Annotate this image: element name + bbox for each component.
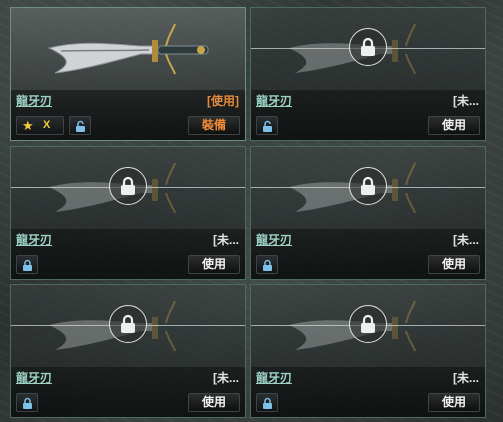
weapon-image-area[interactable]	[251, 285, 485, 367]
status-label: [未...	[213, 371, 239, 385]
weapon-image-area[interactable]	[251, 8, 485, 90]
use-button[interactable]: 使用	[428, 255, 480, 274]
lock-toggle-button[interactable]	[256, 393, 278, 412]
padlock-icon	[361, 176, 375, 195]
lock-toggle-button[interactable]	[256, 116, 278, 135]
weapon-name[interactable]: 龍牙刃	[16, 92, 52, 109]
lock-toggle-button[interactable]	[16, 393, 38, 412]
unlocked-padlock-icon	[76, 120, 85, 132]
padlock-icon	[121, 176, 135, 195]
padlock-icon	[263, 259, 272, 271]
grade-label: X	[43, 119, 51, 131]
dragon-fang-blade-icon	[47, 23, 209, 75]
locked-overlay	[349, 28, 387, 66]
grade-badge: ★ X	[16, 116, 64, 135]
lock-toggle-button[interactable]	[256, 255, 278, 274]
lock-toggle-button[interactable]	[69, 116, 91, 135]
padlock-icon	[23, 397, 32, 409]
status-label: [未...	[453, 94, 479, 108]
weapon-image-area[interactable]	[251, 147, 485, 229]
weapon-card[interactable]: 龍牙刃 [使用] ★ X 裝備	[10, 7, 246, 141]
status-label: [未...	[213, 233, 239, 247]
unlocked-padlock-icon	[263, 120, 272, 132]
use-button[interactable]: 使用	[428, 393, 480, 412]
padlock-icon	[121, 314, 135, 333]
weapon-name[interactable]: 龍牙刃	[16, 369, 52, 386]
weapon-card[interactable]: 龍牙刃 [未... 使用	[10, 146, 246, 280]
use-button[interactable]: 使用	[428, 116, 480, 135]
locked-overlay	[109, 167, 147, 205]
weapon-name[interactable]: 龍牙刃	[16, 231, 52, 248]
equip-button[interactable]: 裝備	[188, 116, 240, 135]
weapon-image-area[interactable]	[11, 8, 245, 90]
status-label: [未...	[453, 371, 479, 385]
weapon-image-area[interactable]	[11, 147, 245, 229]
padlock-icon	[23, 259, 32, 271]
star-icon: ★	[22, 118, 34, 133]
padlock-icon	[361, 314, 375, 333]
weapon-name[interactable]: 龍牙刃	[256, 369, 292, 386]
use-button[interactable]: 使用	[188, 255, 240, 274]
locked-overlay	[109, 305, 147, 343]
weapon-card[interactable]: 龍牙刃 [未... 使用	[250, 146, 486, 280]
locked-overlay	[349, 305, 387, 343]
weapon-card[interactable]: 龍牙刃 [未... 使用	[250, 284, 486, 418]
weapon-image-area[interactable]	[11, 285, 245, 367]
weapon-name[interactable]: 龍牙刃	[256, 92, 292, 109]
padlock-icon	[361, 37, 375, 56]
locked-overlay	[349, 167, 387, 205]
use-button[interactable]: 使用	[188, 393, 240, 412]
lock-toggle-button[interactable]	[16, 255, 38, 274]
weapon-card[interactable]: 龍牙刃 [未... 使用	[250, 7, 486, 141]
weapon-name[interactable]: 龍牙刃	[256, 231, 292, 248]
weapon-card[interactable]: 龍牙刃 [未... 使用	[10, 284, 246, 418]
padlock-icon	[263, 397, 272, 409]
status-label: [使用]	[207, 94, 239, 108]
weapon-grid: 龍牙刃 [使用] ★ X 裝備 龍牙刃 [未... 使用 龍牙刃 [未... 使…	[10, 7, 500, 422]
status-label: [未...	[453, 233, 479, 247]
